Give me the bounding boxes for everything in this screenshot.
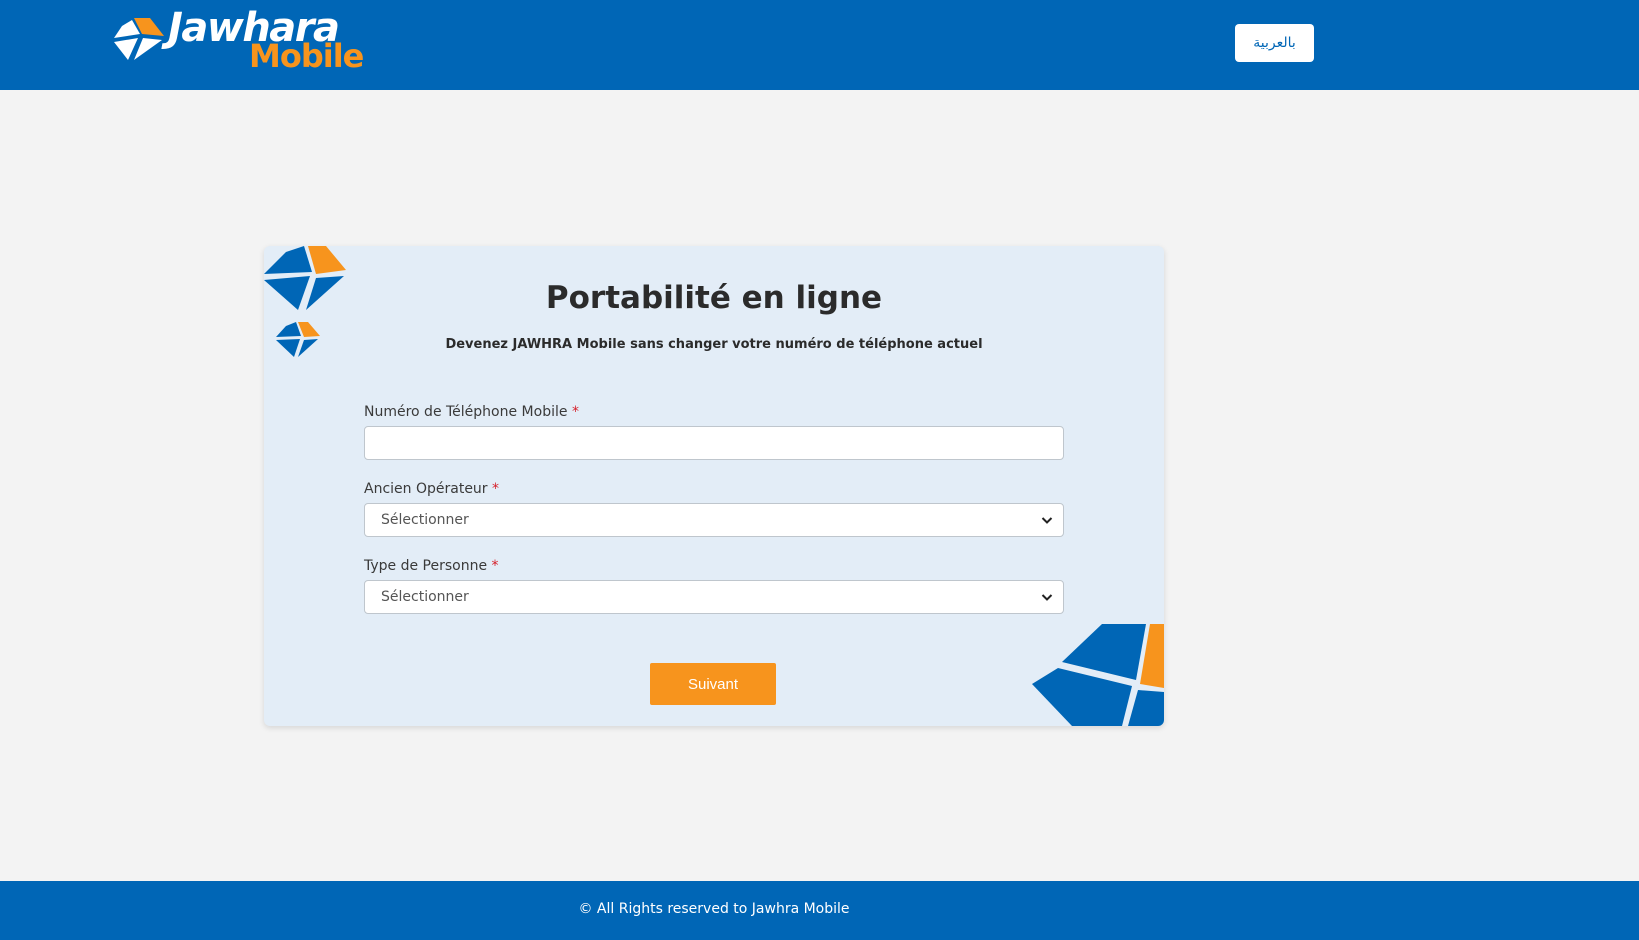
phone-number-label: Numéro de Téléphone Mobile * bbox=[364, 404, 579, 420]
copyright-text: © All Rights reserved to Jawhra Mobile bbox=[578, 901, 850, 917]
chevron-down-icon bbox=[1041, 594, 1053, 601]
logo-submark: Mobile bbox=[249, 37, 364, 75]
person-type-label-text: Type de Personne bbox=[364, 558, 488, 574]
person-type-select[interactable]: Sélectionner bbox=[364, 580, 1064, 614]
required-marker: * bbox=[492, 481, 500, 497]
person-type-selected-value: Sélectionner bbox=[381, 589, 469, 605]
jawhara-mobile-logo[interactable]: Jawhara Mobile bbox=[112, 8, 364, 76]
site-footer: © All Rights reserved to Jawhra Mobile bbox=[0, 881, 1639, 940]
previous-operator-select[interactable]: Sélectionner bbox=[364, 503, 1064, 537]
page-title: Portabilité en ligne bbox=[545, 280, 883, 316]
next-button[interactable]: Suivant bbox=[650, 663, 776, 705]
person-type-label: Type de Personne * bbox=[364, 558, 499, 574]
chevron-down-icon bbox=[1041, 517, 1053, 524]
portability-form-card: Portabilité en ligne Devenez JAWHRA Mobi… bbox=[264, 246, 1164, 726]
language-toggle-button[interactable]: بالعربية bbox=[1235, 24, 1314, 62]
previous-operator-selected-value: Sélectionner bbox=[381, 512, 469, 528]
phone-number-input[interactable] bbox=[364, 426, 1064, 460]
corner-diamond-decoration-icon bbox=[1032, 624, 1164, 726]
phone-number-label-text: Numéro de Téléphone Mobile bbox=[364, 404, 568, 420]
page-subtitle: Devenez JAWHRA Mobile sans changer votre… bbox=[445, 337, 983, 352]
previous-operator-label: Ancien Opérateur * bbox=[364, 481, 499, 497]
site-header: Jawhara Mobile بالعربية bbox=[0, 0, 1639, 90]
required-marker: * bbox=[571, 404, 579, 420]
previous-operator-label-text: Ancien Opérateur bbox=[364, 481, 488, 497]
diamond-logo-icon bbox=[114, 18, 164, 60]
required-marker: * bbox=[491, 558, 499, 574]
